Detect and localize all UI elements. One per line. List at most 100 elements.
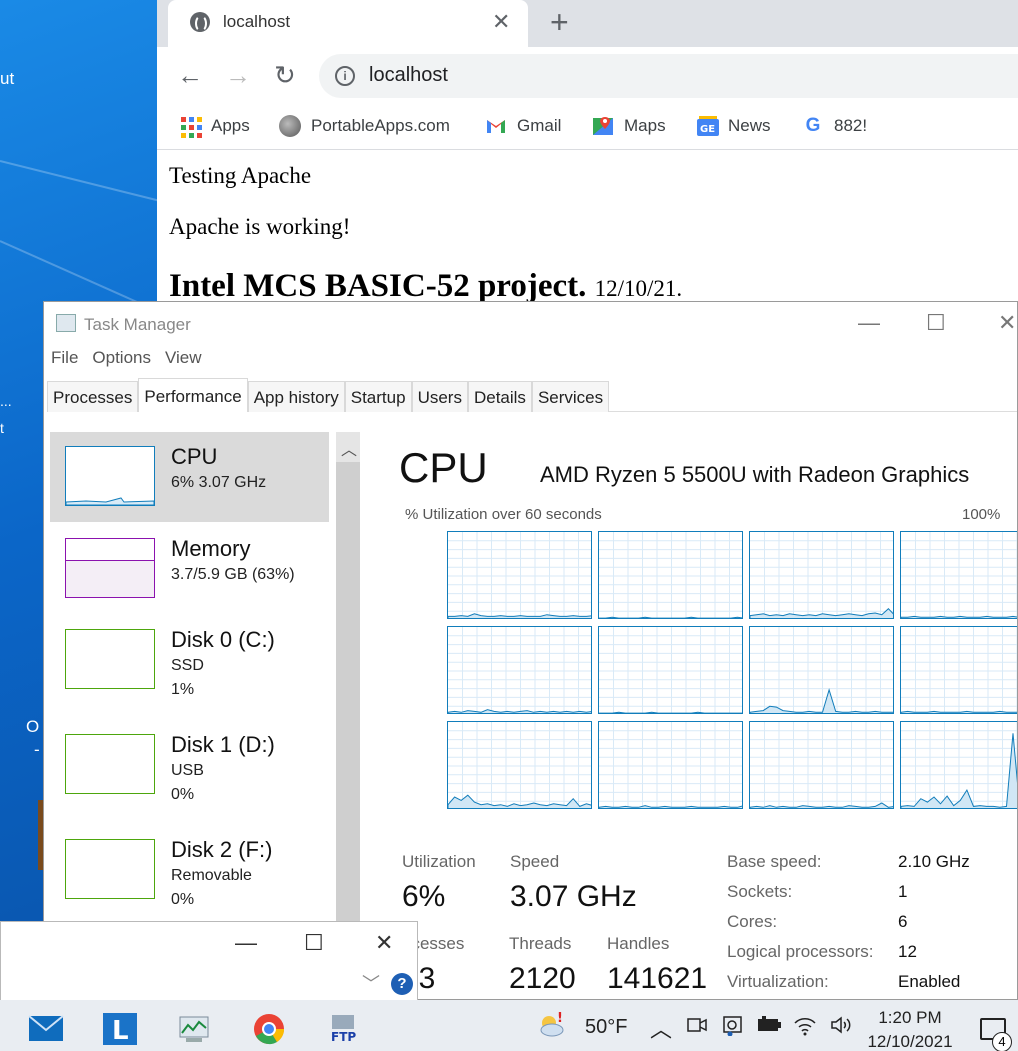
- tab-services[interactable]: Services: [531, 381, 610, 412]
- close-button[interactable]: ✕: [998, 310, 1016, 336]
- minimize-button[interactable]: —: [858, 310, 880, 336]
- desktop-icon-label[interactable]: ...: [0, 393, 12, 409]
- tab-startup[interactable]: Startup: [344, 381, 412, 412]
- resource-list: CPU 6% 3.07 GHz Memory 3.7/5.9 GB (63%) …: [44, 412, 362, 999]
- cpu-model-name: AMD Ryzen 5 5500U with Radeon Graphics: [540, 462, 970, 487]
- scrollbar-thumb[interactable]: [336, 462, 360, 999]
- logical-processor-graph: [447, 721, 592, 809]
- close-button[interactable]: ✕: [375, 930, 393, 956]
- page-text: Apache is working!: [169, 214, 351, 239]
- utilization-value: 6%: [402, 880, 446, 913]
- forward-button[interactable]: →: [225, 60, 251, 91]
- utilization-label: Utilization: [402, 852, 476, 871]
- address-bar[interactable]: i localhost: [319, 54, 1018, 98]
- memory-thumbnail-graph: [65, 538, 155, 598]
- logical-processor-graph: [749, 721, 894, 809]
- resource-type: SSD: [171, 657, 204, 674]
- mail-app-icon[interactable]: [28, 1013, 64, 1045]
- volume-icon[interactable]: [829, 1014, 853, 1041]
- tab-processes[interactable]: Processes: [47, 381, 139, 412]
- bookmark-label: Maps: [624, 116, 666, 135]
- maps-icon: [592, 115, 614, 137]
- task-manager-taskbar-icon[interactable]: [177, 1013, 211, 1045]
- cores-label: Cores:: [727, 912, 778, 931]
- logical-processors-label: Logical processors:: [727, 942, 874, 961]
- minimize-button[interactable]: —: [235, 930, 257, 956]
- scroll-up-icon[interactable]: ︿: [341, 436, 357, 460]
- browser-toolbar: ← → ↻ i localhost: [157, 47, 1018, 104]
- desktop-icon-label[interactable]: O: [26, 717, 39, 737]
- chrome-icon[interactable]: [252, 1013, 286, 1045]
- resource-value: 0%: [171, 786, 195, 803]
- logical-processor-graph: [900, 721, 1017, 809]
- chevron-down-icon[interactable]: ﹀: [362, 970, 380, 996]
- desktop-icon-label[interactable]: -: [34, 740, 40, 760]
- browser-tab[interactable]: localhost ✕: [168, 0, 528, 47]
- logical-processor-graph: [900, 626, 1017, 714]
- dialog-window: — ☐ ✕ ﹀ ?: [0, 921, 418, 1001]
- speed-value: 3.07 GHz: [510, 880, 637, 913]
- bookmark-google[interactable]: G 882!: [802, 112, 867, 140]
- resource-item-memory[interactable]: Memory 3.7/5.9 GB (63%): [50, 524, 329, 614]
- bookmark-apps[interactable]: Apps: [179, 112, 250, 140]
- site-info-icon[interactable]: i: [335, 66, 355, 86]
- base-speed-value: 2.10 GHz: [898, 852, 970, 871]
- desktop-icon-label[interactable]: t: [0, 420, 4, 436]
- resource-name: Disk 1 (D:): [171, 732, 275, 757]
- svg-text:L: L: [112, 1016, 129, 1045]
- tab-users[interactable]: Users: [411, 381, 468, 412]
- cpu-heading: CPU: [399, 444, 488, 491]
- bookmark-maps[interactable]: Maps: [592, 112, 666, 140]
- maximize-button[interactable]: ☐: [304, 930, 324, 956]
- tab-app-history[interactable]: App history: [247, 381, 345, 412]
- help-icon[interactable]: ?: [391, 973, 413, 995]
- resource-item-disk1[interactable]: Disk 1 (D:) USB 0%: [50, 720, 329, 810]
- close-tab-icon[interactable]: ✕: [492, 9, 510, 35]
- reload-button[interactable]: ↻: [274, 60, 296, 91]
- bookmark-portableapps[interactable]: PortableApps.com: [279, 112, 450, 140]
- app-tray-icon[interactable]: [722, 1014, 744, 1041]
- resource-item-disk0[interactable]: Disk 0 (C:) SSD 1%: [50, 615, 329, 705]
- svg-text:!: !: [557, 1011, 563, 1026]
- back-button[interactable]: ←: [177, 60, 203, 91]
- resource-list-scrollbar[interactable]: ︿: [336, 432, 360, 999]
- graph-label: % Utilization over 60 seconds: [405, 506, 602, 523]
- tab-performance[interactable]: Performance: [138, 378, 248, 412]
- address-bar-url[interactable]: localhost: [369, 64, 448, 87]
- menu-file[interactable]: File: [44, 348, 85, 376]
- resource-name: Memory: [171, 536, 251, 561]
- gmail-icon: [485, 115, 507, 137]
- wifi-icon[interactable]: [793, 1014, 817, 1041]
- chevron-up-icon[interactable]: ︿: [650, 1012, 672, 1044]
- new-tab-button[interactable]: +: [550, 4, 569, 41]
- menu-options[interactable]: Options: [85, 348, 158, 376]
- menu-bar: File Options View: [44, 348, 209, 376]
- svg-text:FTP: FTP: [331, 1030, 356, 1044]
- bookmarks-bar: Apps PortableApps.com Gmail Maps GE News…: [157, 104, 1018, 150]
- globe-icon: [190, 12, 210, 32]
- launcher-app-icon[interactable]: L: [103, 1013, 137, 1046]
- ftp-app-icon[interactable]: FTP: [328, 1013, 362, 1045]
- sockets-value: 1: [898, 882, 908, 901]
- bookmark-gmail[interactable]: Gmail: [485, 112, 561, 140]
- apps-grid-icon: [179, 115, 202, 138]
- tab-details[interactable]: Details: [467, 381, 532, 412]
- tab-title: localhost: [223, 12, 291, 31]
- menu-view[interactable]: View: [158, 348, 209, 376]
- bookmark-label: PortableApps.com: [311, 116, 450, 135]
- battery-icon[interactable]: [756, 1014, 782, 1041]
- bookmark-label: News: [728, 116, 771, 135]
- resource-item-cpu[interactable]: CPU 6% 3.07 GHz: [50, 432, 329, 522]
- task-manager-titlebar[interactable]: Task Manager — ☐ ✕: [44, 302, 1017, 346]
- resource-item-disk2[interactable]: Disk 2 (F:) Removable 0%: [50, 825, 329, 915]
- desktop-icon-label[interactable]: ut: [0, 69, 14, 89]
- logical-processors-value: 12: [898, 942, 917, 961]
- resource-type: Removable: [171, 867, 252, 884]
- bookmark-news[interactable]: GE News: [696, 112, 771, 140]
- weather-icon[interactable]: !: [537, 1010, 567, 1045]
- bookmark-label: 882!: [834, 116, 868, 135]
- maximize-button[interactable]: ☐: [926, 310, 946, 336]
- system-clock[interactable]: 1:20 PM 12/10/2021: [862, 1006, 958, 1051]
- weather-temperature[interactable]: 50°F: [585, 1016, 627, 1039]
- meet-now-icon[interactable]: [686, 1014, 708, 1041]
